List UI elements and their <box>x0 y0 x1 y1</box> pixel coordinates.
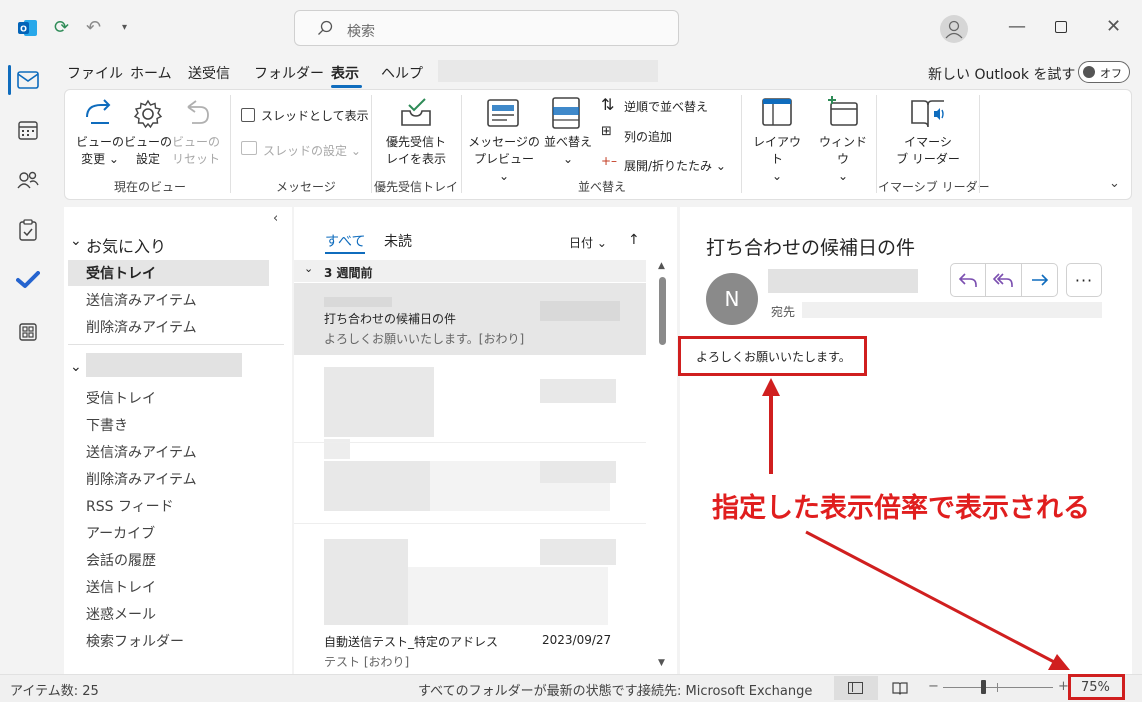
zoom-arrow <box>805 530 1070 670</box>
normal-view-icon-bar <box>852 683 854 692</box>
up-arrow <box>762 378 780 474</box>
annotation-arrows <box>762 378 1070 670</box>
item-count: アイテム数: 25 <box>10 684 99 699</box>
zoom-level[interactable]: 75% <box>1081 680 1110 695</box>
sync-status: すべてのフォルダーが最新の状態です。 <box>418 684 650 699</box>
normal-view-icon <box>848 682 863 694</box>
zoom-out-button[interactable]: − <box>928 679 939 694</box>
zoom-slider-track[interactable] <box>943 687 1053 688</box>
annotation-text: 指定した表示倍率で表示される <box>712 493 1090 524</box>
status-bar: アイテム数: 25 すべてのフォルダーが最新の状態です。 接続先: Micros… <box>0 674 1142 702</box>
connection-status: 接続先: Microsoft Exchange <box>638 684 813 699</box>
zoom-slider-center <box>997 683 998 692</box>
reading-view-icon[interactable] <box>892 681 908 699</box>
zoom-slider-thumb[interactable] <box>981 680 986 694</box>
